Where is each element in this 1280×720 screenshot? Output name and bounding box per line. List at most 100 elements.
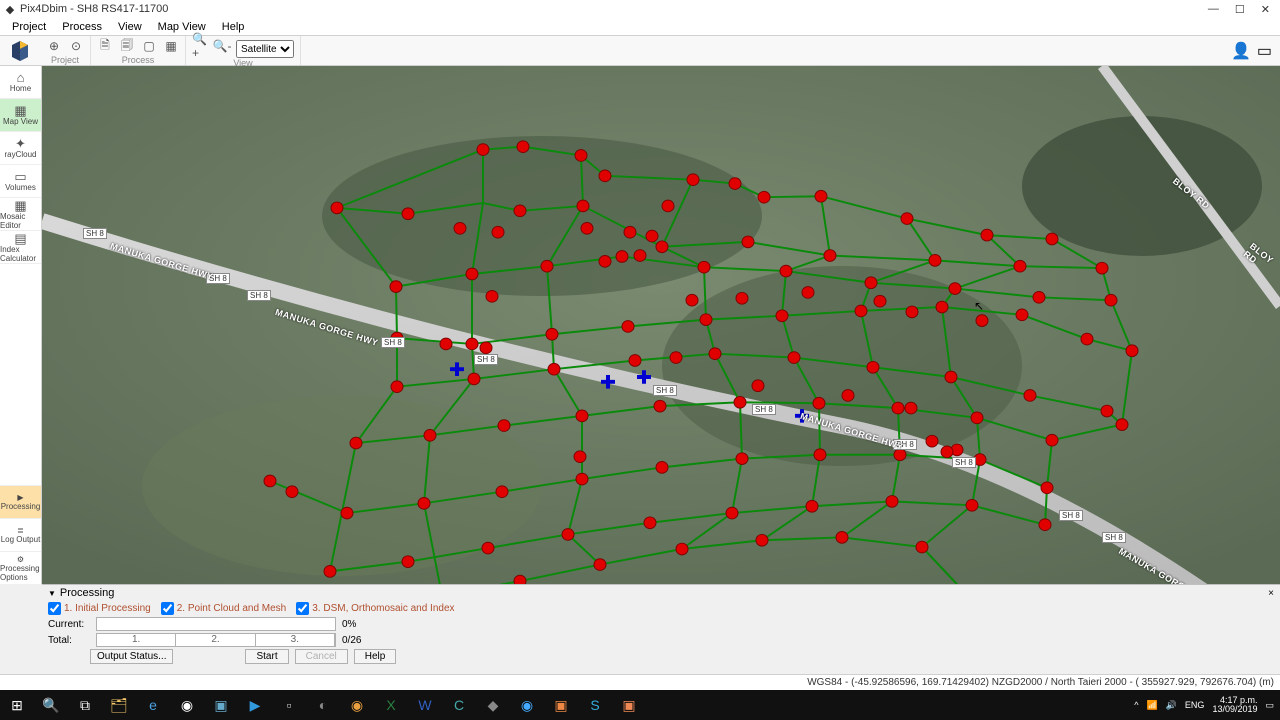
image-point[interactable] [477, 144, 489, 156]
image-point[interactable] [577, 200, 589, 212]
tray-notif-icon[interactable]: ▭ [1265, 700, 1274, 711]
image-point[interactable] [634, 250, 646, 262]
options-icon[interactable]: ▭ [1257, 41, 1272, 61]
image-point[interactable] [966, 499, 978, 511]
image-point[interactable] [486, 290, 498, 302]
doc-icon[interactable]: 🗎 [97, 38, 113, 54]
image-point[interactable] [945, 371, 957, 383]
opt-initial[interactable]: 1. Initial Processing [48, 602, 151, 615]
menu-mapview[interactable]: Map View [150, 21, 214, 33]
image-point[interactable] [905, 402, 917, 414]
image-point[interactable] [629, 355, 641, 367]
image-point[interactable] [729, 178, 741, 190]
image-point[interactable] [466, 268, 478, 280]
image-point[interactable] [575, 150, 587, 162]
image-point[interactable] [454, 222, 466, 234]
new-project-icon[interactable]: ⊕ [46, 38, 62, 54]
opt-dsm[interactable]: 3. DSM, Orthomosaic and Index [296, 602, 454, 615]
box-icon[interactable]: ▢ [141, 38, 157, 54]
image-point[interactable] [656, 462, 668, 474]
grid-icon[interactable]: ▦ [163, 38, 179, 54]
sidebar-item-mosaic-editor[interactable]: ▦Mosaic Editor [0, 198, 41, 231]
image-point[interactable] [687, 174, 699, 186]
image-point[interactable] [1105, 294, 1117, 306]
image-point[interactable] [806, 500, 818, 512]
maximize-button[interactable]: ☐ [1235, 3, 1245, 16]
image-point[interactable] [424, 429, 436, 441]
image-point[interactable] [1096, 262, 1108, 274]
word-icon[interactable]: W [408, 690, 442, 720]
image-point[interactable] [1081, 333, 1093, 345]
image-point[interactable] [341, 507, 353, 519]
save-icon[interactable]: 🗐 [119, 38, 135, 54]
image-point[interactable] [440, 338, 452, 350]
tray-lang[interactable]: ENG [1185, 700, 1205, 710]
image-point[interactable] [867, 361, 879, 373]
image-point[interactable] [576, 473, 588, 485]
image-point[interactable] [331, 202, 343, 214]
image-point[interactable] [644, 517, 656, 529]
sidebar-item-volumes[interactable]: ▭Volumes [0, 165, 41, 198]
image-point[interactable] [418, 498, 430, 510]
image-point[interactable] [1046, 233, 1058, 245]
image-point[interactable] [496, 486, 508, 498]
image-point[interactable] [482, 542, 494, 554]
app-icon-5[interactable]: ◉ [340, 690, 374, 720]
image-point[interactable] [780, 265, 792, 277]
image-point[interactable] [662, 200, 674, 212]
tray-clock[interactable]: 4:17 p.m.13/09/2019 [1212, 696, 1257, 715]
zoom-in-icon[interactable]: 🔍+ [192, 38, 208, 54]
image-point[interactable] [350, 437, 362, 449]
app-icon-10[interactable]: ▣ [612, 690, 646, 720]
output-status-button[interactable]: Output Status... [90, 649, 173, 664]
image-point[interactable] [1024, 390, 1036, 402]
opt-pointcloud[interactable]: 2. Point Cloud and Mesh [161, 602, 287, 615]
image-point[interactable] [622, 321, 634, 333]
image-point[interactable] [1116, 419, 1128, 431]
sidebar-bottom-processing[interactable]: ▶Processing [0, 485, 41, 518]
map-view[interactable]: SH 8SH 8SH 8SH 8SH 8SH 8SH 8SH 8SH 8SH 8… [42, 66, 1280, 584]
menu-view[interactable]: View [110, 21, 150, 33]
image-point[interactable] [941, 446, 953, 458]
excel-icon[interactable]: X [374, 690, 408, 720]
image-point[interactable] [402, 556, 414, 568]
image-point[interactable] [788, 352, 800, 364]
image-point[interactable] [736, 453, 748, 465]
sidebar-item-raycloud[interactable]: ✦rayCloud [0, 132, 41, 165]
image-point[interactable] [686, 294, 698, 306]
image-point[interactable] [865, 277, 877, 289]
image-point[interactable] [264, 475, 276, 487]
image-point[interactable] [616, 251, 628, 263]
target-icon[interactable]: ⊙ [68, 38, 84, 54]
image-point[interactable] [286, 486, 298, 498]
image-point[interactable] [1033, 291, 1045, 303]
image-point[interactable] [874, 295, 886, 307]
image-point[interactable] [624, 226, 636, 238]
image-point[interactable] [562, 529, 574, 541]
image-point[interactable] [758, 191, 770, 203]
start-button[interactable]: ⊞ [0, 690, 34, 720]
minimize-button[interactable]: — [1208, 3, 1219, 16]
image-point[interactable] [752, 380, 764, 392]
image-point[interactable] [541, 260, 553, 272]
image-point[interactable] [1046, 434, 1058, 446]
basemap-select[interactable]: Satellite [236, 40, 294, 58]
image-point[interactable] [836, 532, 848, 544]
start-button[interactable]: Start [245, 649, 288, 664]
sidebar-bottom-log-output[interactable]: ≣Log Output [0, 518, 41, 551]
image-point[interactable] [1016, 309, 1028, 321]
image-point[interactable] [901, 213, 913, 225]
image-point[interactable] [936, 301, 948, 313]
skype-icon[interactable]: S [578, 690, 612, 720]
app-icon-2[interactable]: ▶ [238, 690, 272, 720]
image-point[interactable] [492, 226, 504, 238]
menu-project[interactable]: Project [4, 21, 54, 33]
app-icon-1[interactable]: ▣ [204, 690, 238, 720]
tray-up-icon[interactable]: ^ [1134, 700, 1138, 710]
image-point[interactable] [391, 381, 403, 393]
image-point[interactable] [700, 314, 712, 326]
image-point[interactable] [813, 397, 825, 409]
image-point[interactable] [916, 541, 928, 553]
image-point[interactable] [670, 352, 682, 364]
image-point[interactable] [576, 410, 588, 422]
